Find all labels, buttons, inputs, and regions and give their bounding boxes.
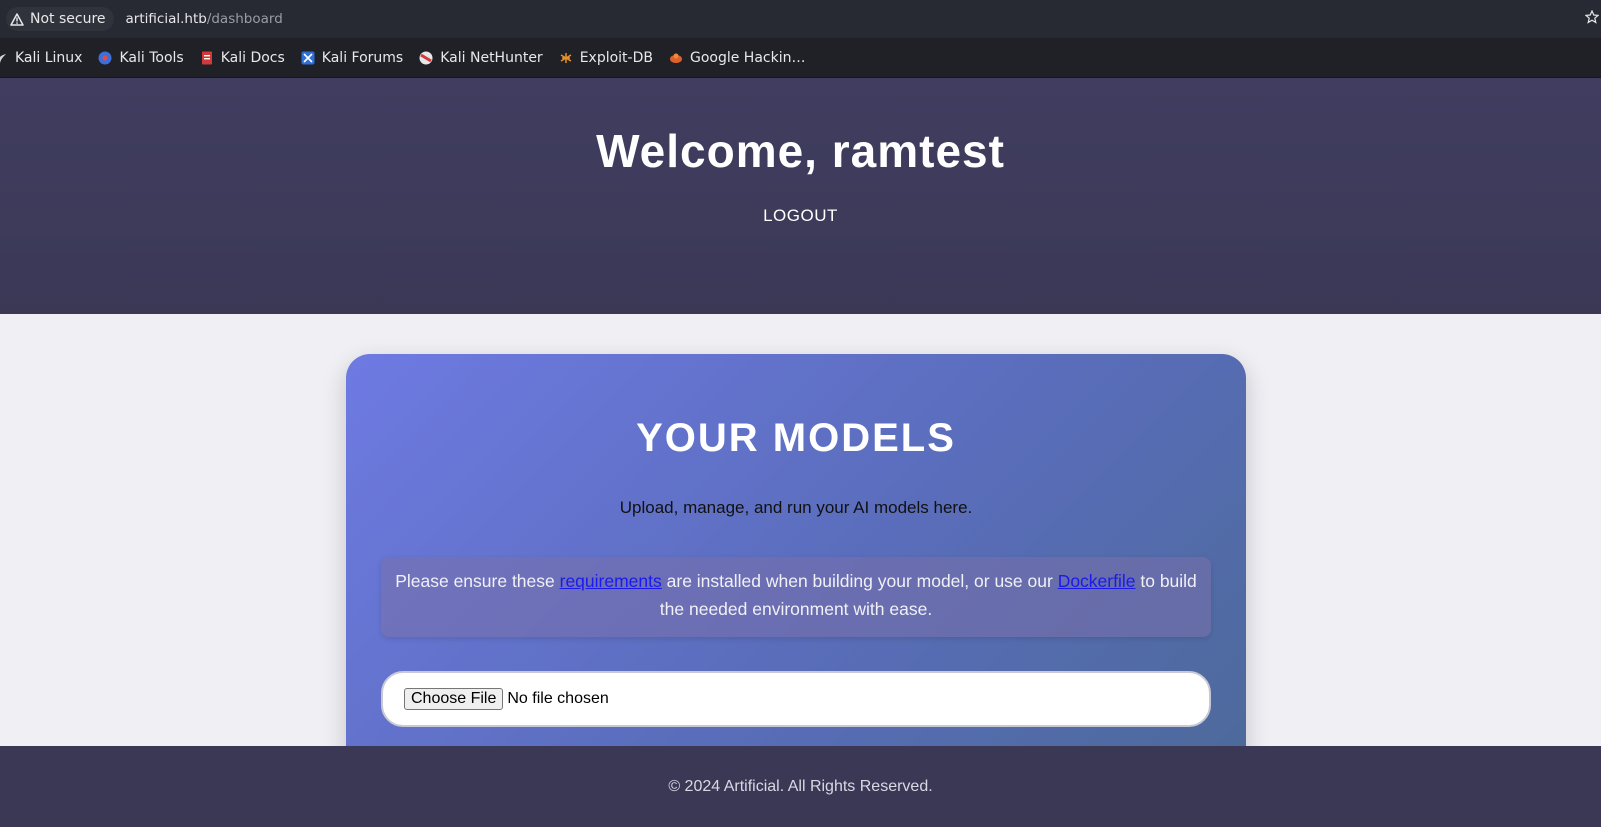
page-header: Welcome, ramtest LOGOUT (0, 78, 1601, 314)
exploit-db-icon (559, 51, 573, 65)
url-field[interactable]: artificial.htb/dashboard (126, 11, 283, 27)
kali-docs-icon (200, 51, 214, 65)
notice-text-middle: are installed when building your model, … (661, 571, 1058, 591)
requirements-notice: Please ensure these requirements are ins… (381, 557, 1211, 637)
model-file-input[interactable]: Choose File No file chosen (381, 671, 1211, 727)
kali-nethunter-icon (419, 51, 433, 65)
kali-tools-icon (98, 51, 112, 65)
bookmark-exploit-db[interactable]: Exploit-DB (559, 50, 653, 66)
models-title: YOUR MODELS (636, 416, 956, 460)
bookmark-label: Kali NetHunter (440, 49, 543, 66)
bookmark-kali-nethunter[interactable]: Kali NetHunter (419, 49, 543, 66)
kali-forums-icon (301, 51, 315, 65)
bookmark-google-hacking[interactable]: Google Hackin… (669, 49, 806, 66)
welcome-heading: Welcome, ramtest (596, 125, 1005, 177)
bookmarks-bar: Kali Linux Kali Tools Kali Docs Kali For… (0, 38, 1601, 78)
requirements-link[interactable]: requirements (560, 571, 662, 591)
bookmark-label: Google Hackin… (689, 49, 806, 66)
logout-link[interactable]: LOGOUT (0, 206, 1601, 226)
bookmark-label: Kali Docs (220, 49, 285, 66)
dockerfile-link[interactable]: Dockerfile (1058, 571, 1136, 591)
page-footer: © 2024 Artificial. All Rights Reserved. (0, 746, 1601, 827)
bookmark-label: Exploit-DB (579, 49, 653, 66)
bookmark-kali-forums[interactable]: Kali Forums (301, 50, 403, 66)
choose-file-button[interactable]: Choose File (404, 688, 504, 710)
models-card: YOUR MODELS Upload, manage, and run your… (346, 354, 1246, 774)
file-status: No file chosen (507, 690, 609, 707)
bookmark-label: Kali Tools (119, 49, 184, 66)
kali-dragon-icon (0, 51, 8, 65)
url-path: /dashboard (206, 11, 283, 27)
bookmark-kali-tools[interactable]: Kali Tools (98, 49, 184, 66)
browser-address-bar: Not secure artificial.htb/dashboard (0, 0, 1601, 38)
bookmark-label: Kali Forums (321, 49, 404, 66)
notice-text-before: Please ensure these (395, 571, 560, 591)
ghdb-icon (669, 51, 683, 65)
bookmark-label: Kali Linux (15, 49, 83, 66)
copyright-text: © 2024 Artificial. All Rights Reserved. (668, 778, 933, 795)
models-subtitle: Upload, manage, and run your AI models h… (619, 498, 973, 517)
security-indicator[interactable]: Not secure (6, 7, 114, 31)
bookmark-kali-docs[interactable]: Kali Docs (200, 50, 285, 66)
security-label: Not secure (30, 11, 106, 27)
warning-icon (10, 12, 24, 26)
bookmark-kali-linux[interactable]: Kali Linux (0, 50, 82, 66)
bookmark-star-icon[interactable] (1585, 10, 1599, 24)
url-host: artificial.htb (125, 11, 207, 27)
